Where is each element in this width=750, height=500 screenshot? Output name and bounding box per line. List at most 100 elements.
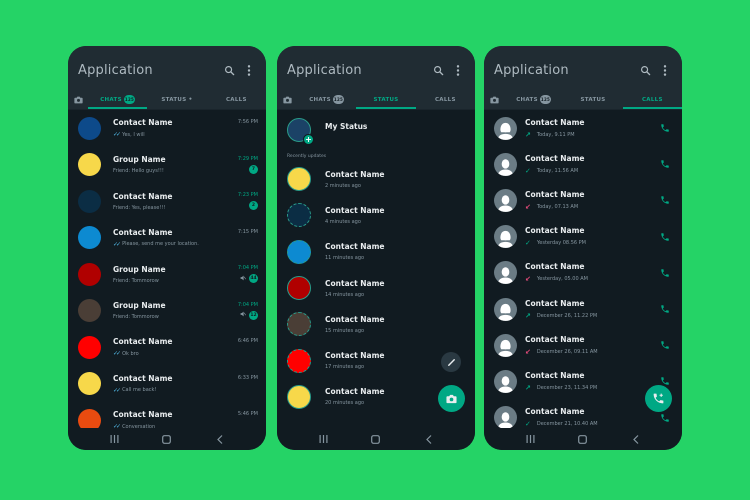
chat-list-item[interactable]: Contact Name Friend: Yes, please!!! 7:23 P… [68, 183, 266, 220]
meta-icons: 12 [240, 310, 258, 320]
last-message: Friend: Tommorow [113, 314, 222, 320]
double-check-icon: ✓✓ [113, 386, 121, 394]
meta-icons: 44 [240, 274, 258, 284]
status-time: 11 minutes ago [325, 255, 365, 262]
tab-label: CALLS [225, 96, 247, 103]
timestamp: 7:04 PM [237, 301, 258, 308]
female-avatar-icon [494, 297, 517, 321]
camera-status-button[interactable] [438, 385, 465, 412]
double-check-icon: ✓✓ [113, 131, 121, 139]
chat-list-item[interactable]: Contact Name ✓✓ Ok bro 6:46 PM [68, 329, 266, 366]
phone-icon[interactable] [658, 195, 672, 205]
recent-apps-icon[interactable] [313, 435, 333, 443]
double-check-icon: ✓✓ [113, 240, 121, 248]
chat-list-item[interactable]: Group Name Friend: Tommorow 7:04 PM 12 [68, 293, 266, 330]
status-text: Contact Name 4 minutes ago [325, 206, 385, 225]
tab-status[interactable]: STATUS [563, 90, 622, 109]
call-time: December 23, 11.34 PM [536, 384, 598, 391]
message-preview: Ok bro [122, 350, 139, 357]
chat-text: Contact Name ✓✓ Please, send me your locat… [113, 228, 222, 248]
call-detail: ✓ Today, 11.56 AM [525, 167, 658, 175]
tab-label: CALLS [434, 96, 456, 103]
status-list-item[interactable]: Contact Name 15 minutes ago [277, 306, 475, 342]
phone-icon[interactable] [658, 304, 672, 314]
call-text: Contact Name ↙ December 26, 09.11 AM [525, 335, 658, 356]
my-status-row[interactable]: + My Status [277, 110, 475, 150]
chat-list-item[interactable]: Group Name Friend: Hello guys!!! 7:29 PM 7 [68, 147, 266, 184]
call-list-item[interactable]: Contact Name ↙ Today, 07.13 AM [484, 182, 682, 218]
recent-apps-icon[interactable] [104, 435, 124, 443]
call-list-item[interactable]: Contact Name ↙ December 26, 09.11 AM [484, 327, 682, 363]
search-icon[interactable] [638, 63, 652, 77]
status-list-item[interactable]: Contact Name 4 minutes ago [277, 197, 475, 233]
tab-calls[interactable]: CALLS [416, 90, 475, 109]
call-time: Today, 07.13 AM [536, 203, 579, 210]
phone-icon[interactable] [658, 159, 672, 169]
contact-name: Contact Name [325, 242, 385, 252]
back-icon[interactable] [626, 434, 646, 444]
tab-chats[interactable]: CHATS 125 [504, 90, 563, 109]
status-text: Contact Name 11 minutes ago [325, 242, 385, 261]
home-icon[interactable] [157, 434, 177, 444]
contact-name: Contact Name [113, 227, 173, 237]
chat-list-item[interactable]: Group Name Friend: Tommorow 7:04 PM 44 [68, 256, 266, 293]
phone-icon[interactable] [658, 340, 672, 350]
tab-chats[interactable]: CHATS 125 [88, 90, 148, 109]
chat-list-item[interactable]: Contact Name ✓✓ Yes, I will 7:56 PM [68, 110, 266, 147]
tab-calls[interactable]: CALLS [622, 90, 682, 109]
call-list-item[interactable]: Contact Name ↗ December 26, 11.22 PM [484, 291, 682, 327]
phone-icon[interactable] [658, 232, 672, 242]
more-vert-icon[interactable] [658, 63, 672, 77]
camera-tab[interactable] [68, 96, 88, 104]
status-avatar [287, 384, 311, 409]
home-icon[interactable] [573, 434, 593, 444]
meta-icons: 7 [249, 164, 258, 174]
avatar [78, 153, 101, 177]
chat-list-item[interactable]: Contact Name ✓✓ Call me back! 6:33 PM [68, 366, 266, 403]
home-icon[interactable] [366, 434, 386, 444]
tab-calls[interactable]: CALLS [207, 90, 266, 109]
status-list-item[interactable]: Contact Name 14 minutes ago [277, 270, 475, 306]
contact-name: Contact Name [325, 278, 385, 288]
tab-chats[interactable]: CHATS 125 [297, 90, 356, 109]
back-icon[interactable] [210, 434, 230, 444]
call-detail: ↗ Today, 9.11 PM [525, 131, 658, 139]
camera-tab[interactable] [277, 96, 297, 104]
tab-status[interactable]: STATUS • [147, 90, 206, 109]
call-text: Contact Name ↙ Today, 07.13 AM [525, 190, 658, 211]
call-list-item[interactable]: Contact Name ✓ Yesterday 08.56 PM [484, 219, 682, 255]
timestamp: 7:56 PM [237, 119, 258, 126]
search-icon[interactable] [431, 63, 445, 77]
call-list-item[interactable]: Contact Name ↗ Today, 9.11 PM [484, 110, 682, 146]
chat-list-item[interactable]: Contact Name ✓✓ Conversation 5:46 PM [68, 402, 266, 430]
contact-name: Contact Name [525, 370, 585, 380]
text-status-button[interactable] [441, 352, 461, 372]
camera-tab[interactable] [484, 96, 504, 104]
message-preview: Friend: Tommorow [113, 314, 159, 321]
phone-icon[interactable] [658, 268, 672, 278]
contact-name: Contact Name [325, 387, 385, 397]
call-text: Contact Name ↗ December 26, 11.22 PM [525, 299, 658, 320]
phone-icon[interactable] [658, 123, 672, 133]
call-list-item[interactable]: Contact Name ↙ Yesterday, 05.00 AM [484, 255, 682, 291]
status-list-item[interactable]: Contact Name 11 minutes ago [277, 234, 475, 270]
more-vert-icon[interactable] [242, 63, 256, 77]
call-text: Contact Name ✓ Yesterday 08.56 PM [525, 226, 658, 247]
recent-apps-icon[interactable] [520, 435, 540, 443]
search-icon[interactable] [222, 63, 236, 77]
back-icon[interactable] [419, 434, 439, 444]
chat-list-item[interactable]: Contact Name ✓✓ Please, send me your locat… [68, 220, 266, 257]
status-list-item[interactable]: Contact Name 2 minutes ago [277, 161, 475, 197]
female-avatar-icon [494, 116, 517, 140]
call-list-item[interactable]: Contact Name ✓ Today, 11.56 AM [484, 146, 682, 182]
phone-chats-screen: Application CHATS 125 STATUS • CALLS Con… [68, 46, 266, 450]
phone-icon[interactable] [658, 413, 672, 423]
chat-meta: 5:46 PM [222, 411, 258, 429]
camera-icon [282, 96, 292, 103]
more-vert-icon[interactable] [451, 63, 465, 77]
tab-status[interactable]: STATUS [356, 90, 416, 109]
status-avatar [287, 239, 311, 264]
new-call-button[interactable] [645, 385, 672, 412]
tab-label: STATUS [580, 96, 606, 103]
status-avatar [287, 203, 311, 228]
